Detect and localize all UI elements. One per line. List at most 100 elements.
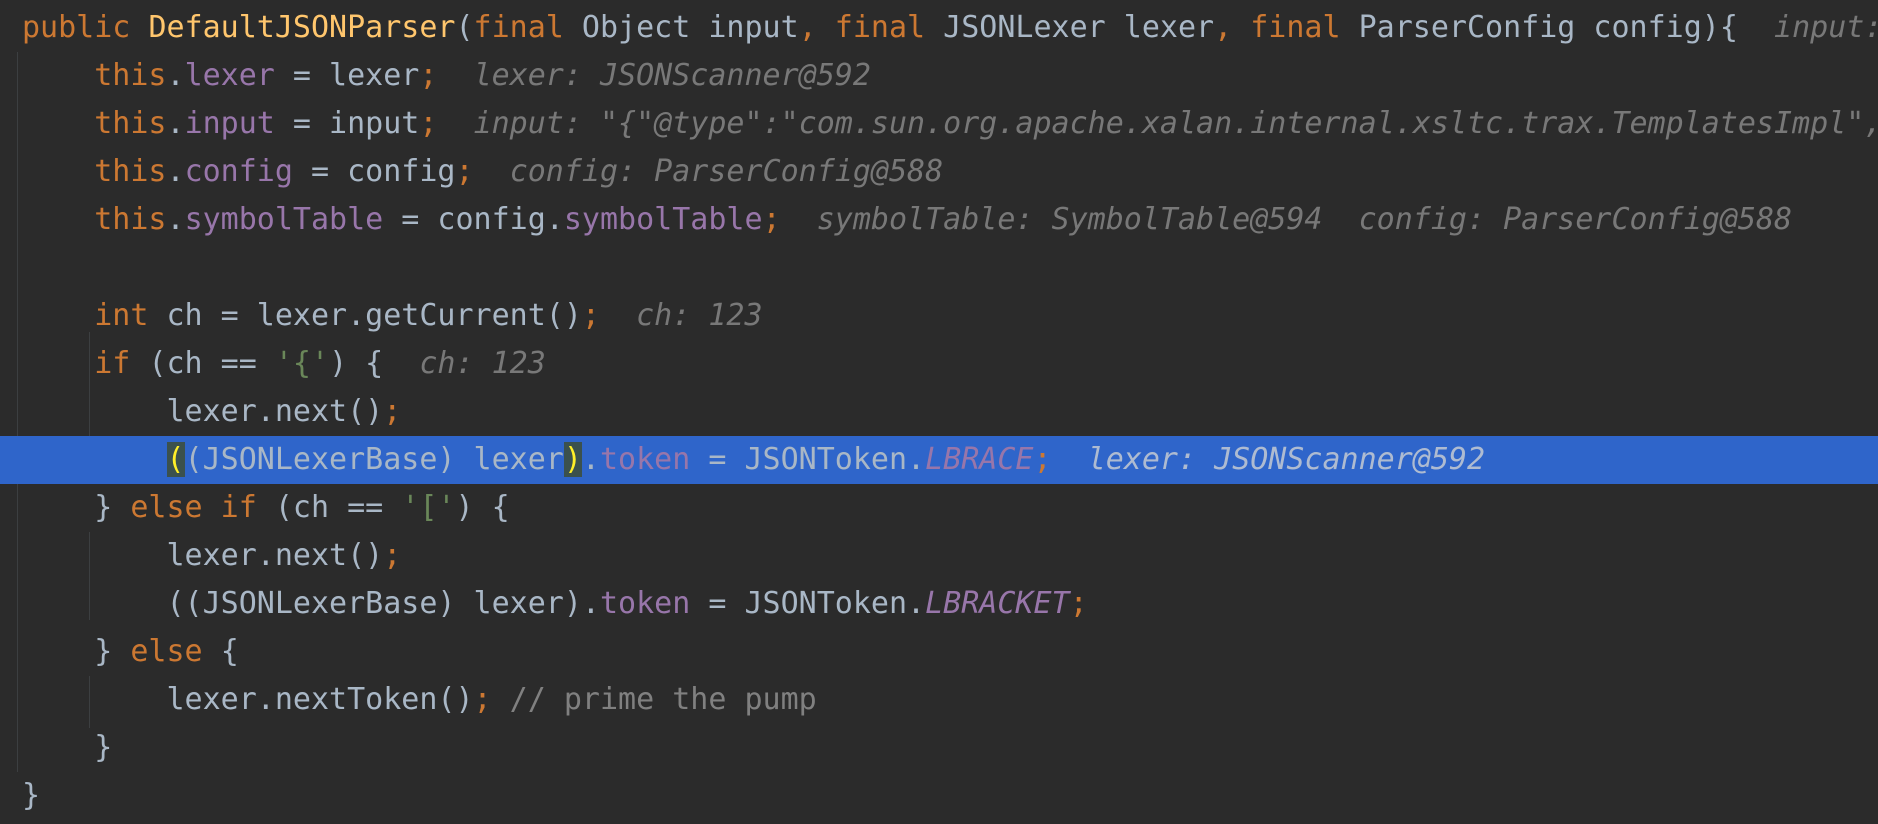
hint-gap bbox=[383, 346, 419, 381]
code-token: ) { bbox=[329, 346, 384, 381]
code-token: . bbox=[166, 58, 185, 93]
code-line[interactable] bbox=[0, 244, 1878, 292]
hint-gap bbox=[437, 58, 473, 93]
code-line[interactable]: lexer.next(); bbox=[0, 532, 1878, 580]
code-token: public bbox=[22, 10, 149, 45]
code-token: ; bbox=[473, 682, 510, 717]
code-token: '{' bbox=[274, 346, 330, 381]
code-text: this.lexer = lexer; lexer: JSONScanner@5… bbox=[22, 52, 871, 100]
code-token: token bbox=[599, 442, 691, 477]
code-token: token bbox=[599, 586, 691, 621]
hint-gap bbox=[600, 298, 636, 333]
code-token: ((JSONLexerBase) lexer). bbox=[166, 586, 600, 621]
code-token: } bbox=[94, 730, 113, 765]
code-token: } bbox=[22, 778, 41, 813]
inline-debug-value-hint: ch: 123 bbox=[419, 346, 546, 381]
code-text: } else { bbox=[22, 628, 239, 676]
code-text: } bbox=[22, 724, 112, 772]
code-line[interactable]: } else if (ch == '[') { bbox=[0, 484, 1878, 532]
code-line[interactable]: ((JSONLexerBase) lexer).token = JSONToke… bbox=[0, 580, 1878, 628]
code-text: ((JSONLexerBase) lexer).token = JSONToke… bbox=[22, 580, 1088, 628]
code-token: (ch == bbox=[274, 490, 402, 525]
code-line[interactable]: } else { bbox=[0, 628, 1878, 676]
code-token: { bbox=[220, 634, 239, 669]
hint-gap bbox=[781, 202, 817, 237]
code-line[interactable]: } bbox=[0, 772, 1878, 820]
code-line[interactable]: } bbox=[0, 724, 1878, 772]
code-line[interactable]: this.config = config; config: ParserConf… bbox=[0, 148, 1878, 196]
code-token: ; bbox=[455, 154, 474, 189]
code-token: = lexer bbox=[274, 58, 420, 93]
code-token: lexer.next() bbox=[166, 394, 384, 429]
inline-debug-value-hint: symbolTable: SymbolTable@594 config: Par… bbox=[816, 202, 1793, 237]
code-text: lexer.next(); bbox=[22, 388, 402, 436]
code-token: . bbox=[166, 154, 185, 189]
code-text: lexer.nextToken(); // prime the pump bbox=[22, 676, 817, 724]
code-token: = JSONToken. bbox=[690, 442, 926, 477]
code-token: = config bbox=[292, 154, 456, 189]
code-token: ) { bbox=[455, 490, 510, 525]
code-text: this.config = config; config: ParserConf… bbox=[22, 148, 943, 196]
matched-bracket: ) bbox=[563, 442, 582, 477]
inline-debug-value-hint: lexer: JSONScanner@592 bbox=[1087, 442, 1486, 477]
code-token: else bbox=[130, 634, 221, 669]
code-token: config bbox=[184, 154, 293, 189]
code-token: JSONLexer lexer bbox=[943, 10, 1215, 45]
code-token: symbolTable bbox=[184, 202, 384, 237]
code-text: ((JSONLexerBase) lexer).token = JSONToke… bbox=[22, 436, 1485, 484]
code-token: = JSONToken. bbox=[690, 586, 926, 621]
code-text: this.symbolTable = config.symbolTable; s… bbox=[22, 196, 1792, 244]
code-line[interactable]: this.symbolTable = config.symbolTable; s… bbox=[0, 196, 1878, 244]
code-token: . bbox=[166, 106, 185, 141]
code-token: ParserConfig config){ bbox=[1358, 10, 1738, 45]
code-token: . bbox=[166, 202, 185, 237]
code-token: LBRACKET bbox=[925, 586, 1070, 621]
code-token: , bbox=[1214, 10, 1251, 45]
code-token: this bbox=[94, 154, 167, 189]
code-token: = input bbox=[274, 106, 420, 141]
code-line[interactable]: this.lexer = lexer; lexer: JSONScanner@5… bbox=[0, 52, 1878, 100]
code-line[interactable]: if (ch == '{') { ch: 123 bbox=[0, 340, 1878, 388]
code-line[interactable]: int ch = lexer.getCurrent(); ch: 123 bbox=[0, 292, 1878, 340]
code-token: ( bbox=[455, 10, 474, 45]
code-token: = config. bbox=[383, 202, 564, 237]
code-token: } bbox=[94, 634, 131, 669]
code-token: else if bbox=[130, 490, 275, 525]
matched-bracket: ( bbox=[166, 442, 185, 477]
code-line[interactable]: this.input = input; input: "{"@type":"co… bbox=[0, 100, 1878, 148]
code-line[interactable]: lexer.next(); bbox=[0, 388, 1878, 436]
code-token: // prime the pump bbox=[509, 682, 817, 717]
code-token: symbolTable bbox=[563, 202, 763, 237]
code-token: ; bbox=[581, 298, 600, 333]
code-token: Object input bbox=[581, 10, 799, 45]
code-token: ; bbox=[383, 538, 402, 573]
code-token: ; bbox=[1069, 586, 1088, 621]
code-token: . bbox=[581, 442, 600, 477]
code-line[interactable]: public DefaultJSONParser(final Object in… bbox=[0, 4, 1878, 52]
hint-gap bbox=[1738, 10, 1774, 45]
code-editor[interactable]: public DefaultJSONParser(final Object in… bbox=[0, 0, 1878, 824]
hint-gap bbox=[1052, 442, 1088, 477]
code-text: if (ch == '{') { ch: 123 bbox=[22, 340, 546, 388]
inline-debug-value-hint: input: "{"@type":"com.sun.org.apache.xal… bbox=[473, 106, 1878, 141]
code-text: public DefaultJSONParser(final Object in… bbox=[22, 4, 1878, 52]
code-token: final bbox=[1250, 10, 1359, 45]
code-token: final bbox=[473, 10, 582, 45]
code-token: input bbox=[184, 106, 275, 141]
code-text: } else if (ch == '[') { bbox=[22, 484, 510, 532]
hint-gap bbox=[437, 106, 473, 141]
code-text: lexer.next(); bbox=[22, 532, 402, 580]
code-token: ; bbox=[419, 106, 438, 141]
code-line[interactable]: lexer.nextToken(); // prime the pump bbox=[0, 676, 1878, 724]
code-token: , bbox=[798, 10, 835, 45]
code-line-current[interactable]: ((JSONLexerBase) lexer).token = JSONToke… bbox=[0, 436, 1878, 484]
inline-debug-value-hint: input: bbox=[1774, 10, 1878, 45]
